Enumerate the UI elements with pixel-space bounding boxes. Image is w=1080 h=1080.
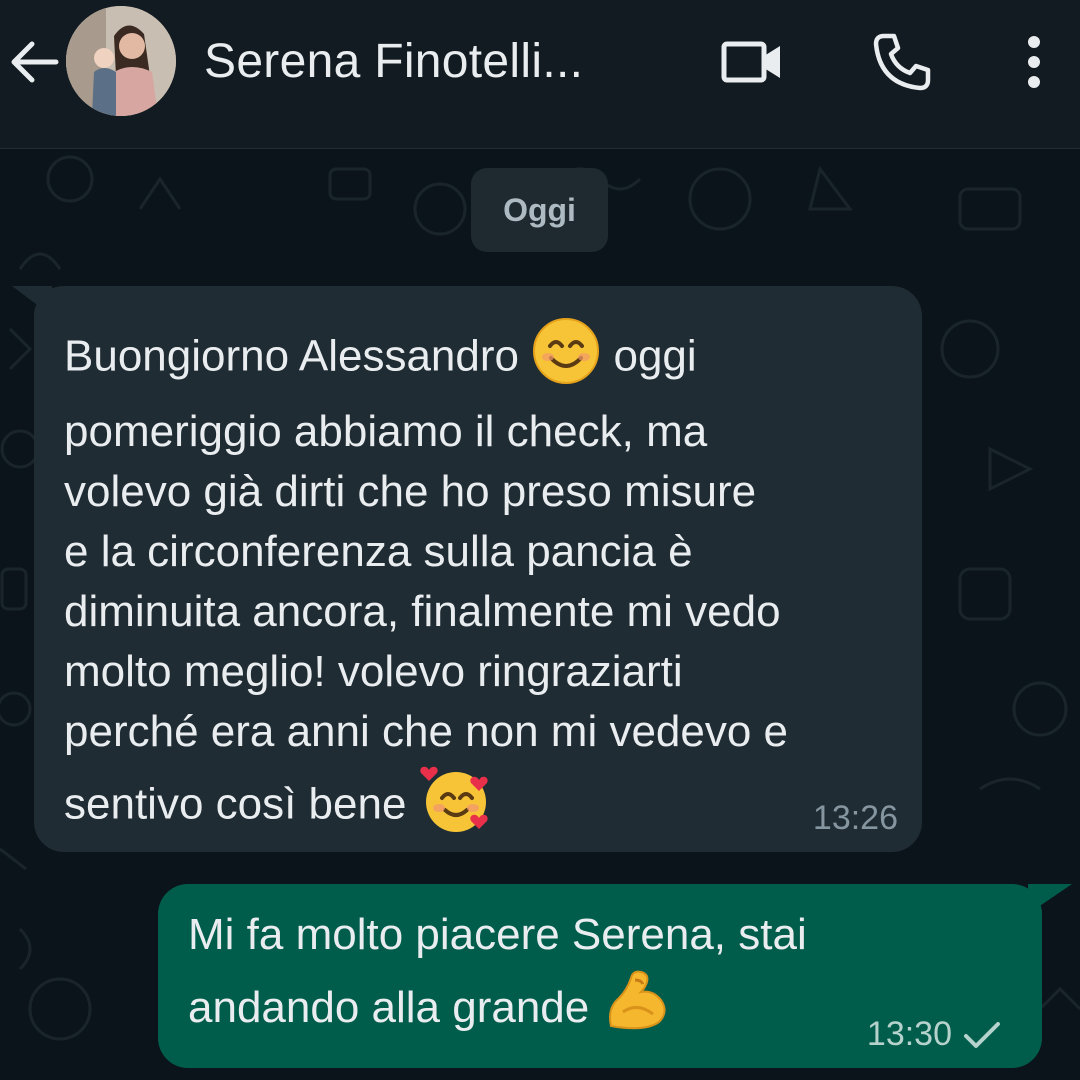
outgoing-message-bubble[interactable]: Mi fa molto piacere Serena, stai andando…	[158, 884, 1042, 1068]
message-line: perché era anni che non mi vedevo e	[64, 707, 789, 756]
arrow-left-icon	[11, 41, 59, 83]
message-line: volevo già dirti che ho preso misure	[64, 467, 757, 516]
smiling-face-emoji-icon	[531, 316, 601, 402]
outgoing-message-meta: 13:30	[867, 1015, 1002, 1054]
video-call-button[interactable]	[720, 30, 784, 94]
video-call-icon	[721, 41, 780, 83]
more-options-button[interactable]	[1002, 30, 1066, 94]
chat-header: Serena Finotelli...	[0, 0, 1080, 149]
flexed-biceps-emoji-icon	[601, 968, 671, 1053]
message-line: e la circonferenza sulla pancia è	[64, 527, 693, 576]
incoming-message-text: Buongiorno Alessandro oggi pomeriggio ab…	[64, 316, 914, 852]
outgoing-message-time: 13:30	[866, 1015, 952, 1053]
incoming-message-bubble[interactable]: Buongiorno Alessandro oggi pomeriggio ab…	[34, 286, 922, 852]
message-line: pomeriggio abbiamo il check, ma	[64, 407, 708, 456]
smiling-face-with-hearts-emoji-icon	[419, 762, 493, 852]
avatar-photo	[66, 6, 176, 116]
phone-icon	[873, 33, 931, 91]
message-line: diminuita ancora, finalmente mi vedo	[64, 587, 781, 636]
message-line: oggi	[613, 331, 697, 381]
message-line: molto meglio! volevo ringraziarti	[64, 647, 683, 696]
voice-call-button[interactable]	[870, 30, 934, 94]
more-vert-icon	[1028, 36, 1040, 88]
back-button[interactable]	[2, 30, 66, 94]
message-line: andando alla grande	[188, 983, 590, 1033]
single-check-icon	[964, 1021, 1000, 1048]
avatar[interactable]	[66, 6, 176, 116]
message-line: sentivo così bene	[64, 779, 407, 829]
incoming-message-time: 13:26	[812, 799, 898, 837]
message-line: Mi fa molto piacere Serena, stai	[188, 910, 807, 959]
date-separator: Oggi	[471, 168, 608, 252]
message-line: Buongiorno Alessandro	[64, 331, 519, 381]
contact-name[interactable]: Serena Finotelli...	[204, 34, 583, 89]
